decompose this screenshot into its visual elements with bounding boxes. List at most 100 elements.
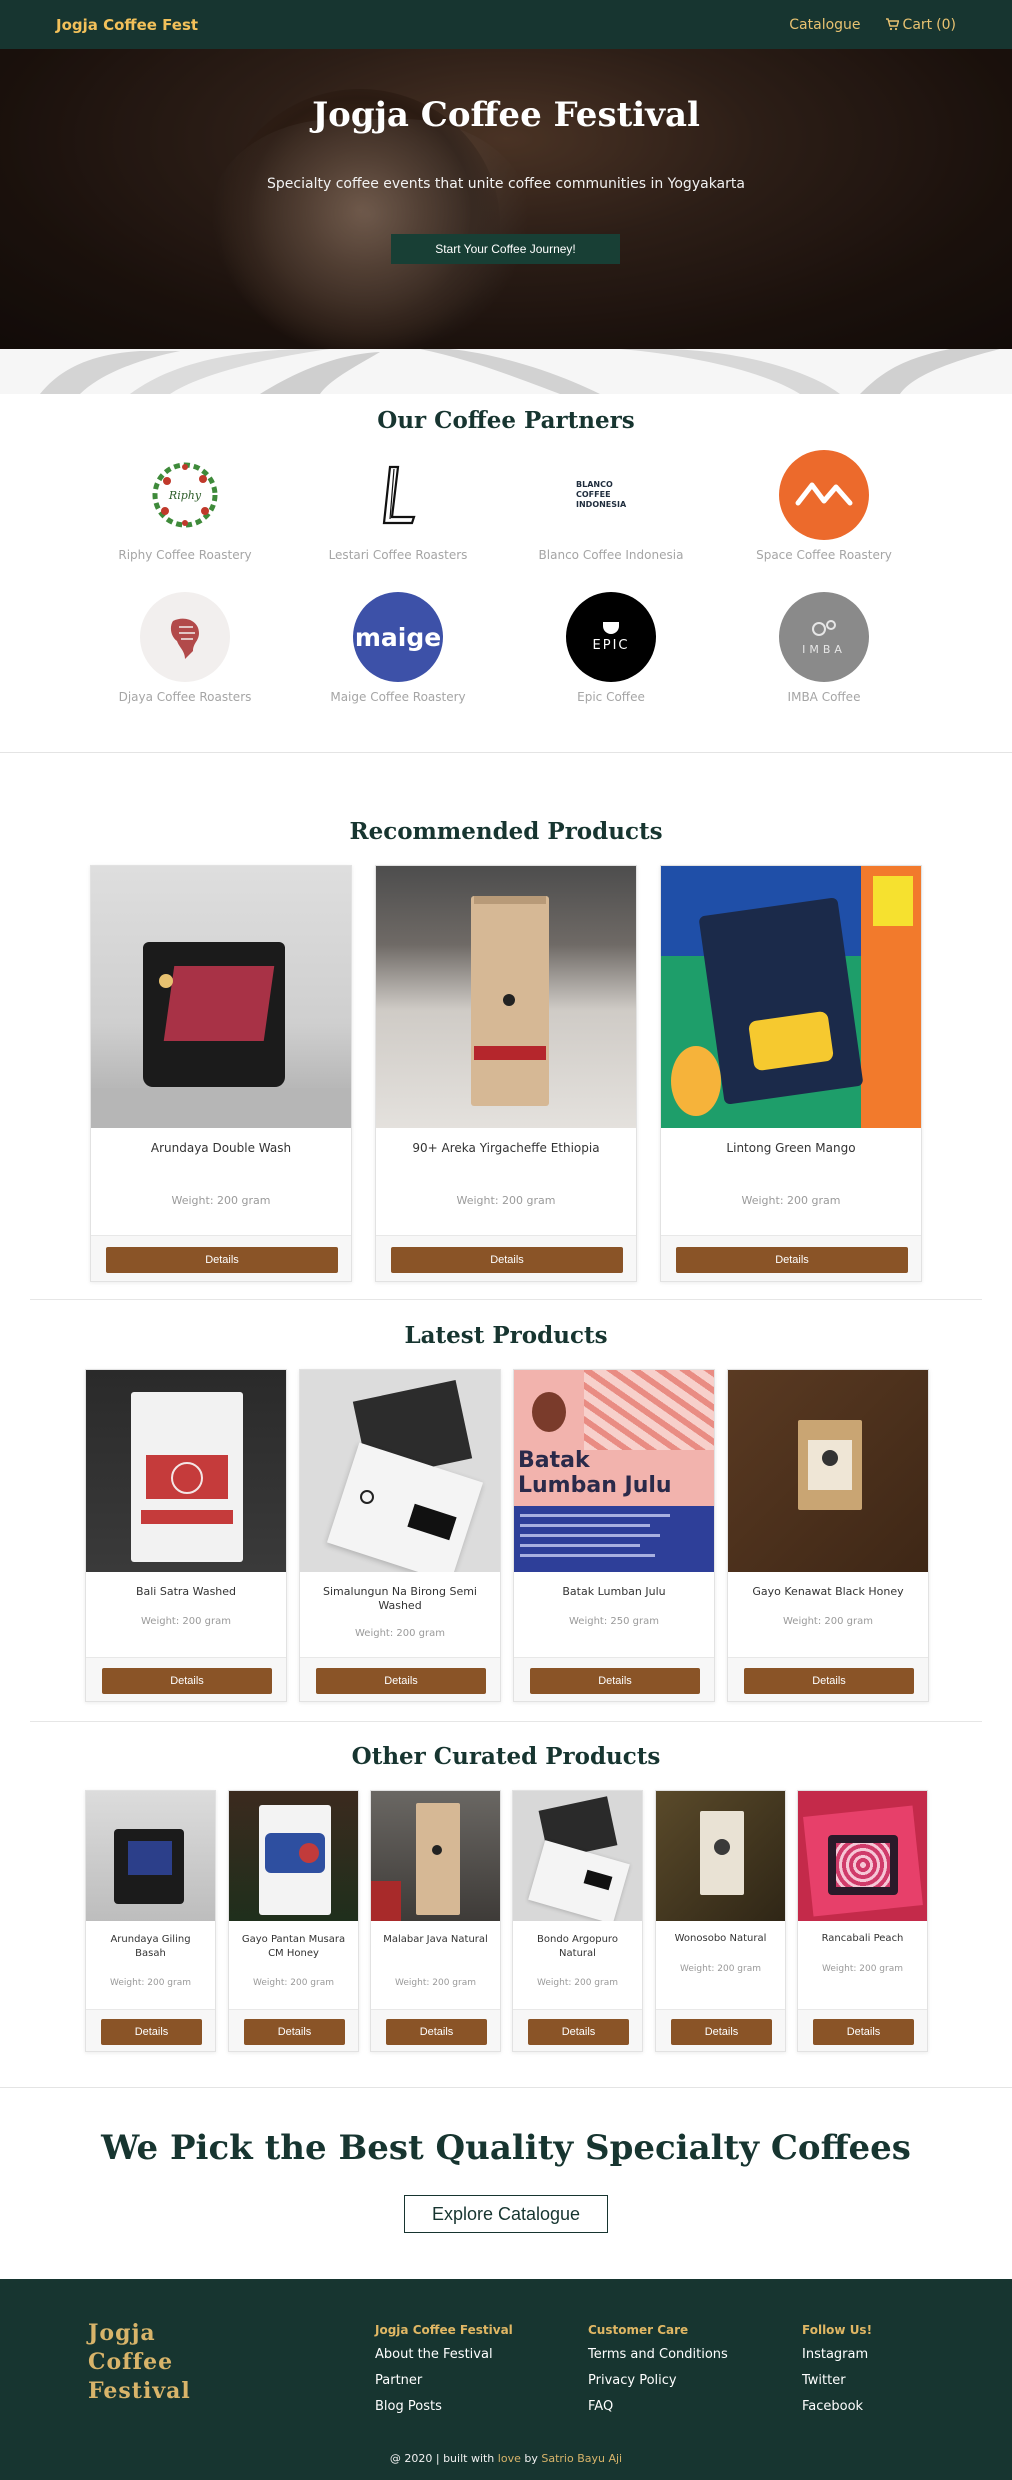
product-image[interactable]: [656, 1791, 785, 1921]
product-name[interactable]: Gayo Kenawat Black Honey: [736, 1585, 920, 1598]
details-button[interactable]: Details: [744, 1668, 914, 1694]
footer: Jogja Coffee Festival Jogja Coffee Festi…: [0, 2279, 1012, 2480]
product-image[interactable]: [728, 1370, 928, 1572]
footer-copyright: @ 2020 | built with love by Satrio Bayu …: [389, 2452, 623, 2465]
details-button[interactable]: Details: [671, 2019, 772, 2045]
product-name[interactable]: Bali Satra Washed: [94, 1585, 278, 1598]
product-name[interactable]: Arundaya Giling Basah: [94, 1933, 207, 1961]
product-image[interactable]: [86, 1791, 215, 1921]
footer-link-twitter[interactable]: Twitter: [802, 2373, 872, 2399]
cart-count: (0): [936, 16, 956, 33]
details-button[interactable]: Details: [106, 1247, 338, 1273]
partner-name: Djaya Coffee Roasters: [118, 690, 252, 704]
cart-label: Cart: [902, 16, 933, 33]
nav-cart-link[interactable]: Cart (0): [885, 17, 956, 33]
partner-space[interactable]: Space Coffee Roastery: [718, 450, 930, 562]
details-button[interactable]: Details: [813, 2019, 914, 2045]
product-name[interactable]: Batak Lumban Julu: [522, 1585, 706, 1598]
product-image[interactable]: [661, 866, 921, 1128]
partner-djaya[interactable]: Djaya Coffee Roasters: [79, 592, 291, 704]
partner-name: Epic Coffee: [577, 690, 645, 704]
product-name[interactable]: Simalungun Na Birong Semi Washed: [308, 1585, 492, 1613]
product-weight: Weight: 200 gram: [253, 1978, 334, 1988]
product-image[interactable]: [371, 1791, 500, 1921]
footer-link-partner[interactable]: Partner: [375, 2373, 513, 2399]
divider: [0, 752, 1012, 753]
product-weight: Weight: 200 gram: [395, 1978, 476, 1988]
product-card: Arundaya Double Wash Weight: 200 gram De…: [90, 865, 352, 1282]
partner-blanco[interactable]: BLANCO COFFEE INDONESIA Blanco Coffee In…: [505, 450, 717, 562]
explore-catalogue-button[interactable]: Explore Catalogue: [404, 2195, 608, 2233]
details-button[interactable]: Details: [101, 2019, 202, 2045]
epic-logo-icon: EPIC: [566, 592, 656, 682]
product-name[interactable]: Wonosobo Natural: [664, 1933, 777, 1944]
product-weight: Weight: 200 gram: [741, 1194, 841, 1207]
blanco-logo-icon: BLANCO COFFEE INDONESIA: [566, 450, 656, 540]
imba-logo-text: IMBA: [802, 642, 846, 656]
details-button[interactable]: Details: [676, 1247, 908, 1273]
love-text: love: [497, 2452, 521, 2465]
riphy-logo-text: Riphy: [168, 489, 202, 502]
product-weight: Weight: 250 gram: [569, 1616, 659, 1627]
product-name[interactable]: Arundaya Double Wash: [99, 1141, 343, 1155]
product-image[interactable]: [513, 1791, 642, 1921]
product-image[interactable]: [798, 1791, 927, 1921]
product-image[interactable]: [376, 866, 636, 1128]
product-weight: Weight: 200 gram: [110, 1978, 191, 1988]
hero-banner: Jogja Coffee Festival Specialty coffee e…: [0, 49, 1012, 349]
product-name[interactable]: Bondo Argopuro Natural: [521, 1933, 634, 1961]
brand-logo[interactable]: Jogja Coffee Fest: [56, 16, 198, 34]
footer-link-faq[interactable]: FAQ: [588, 2399, 728, 2425]
nav-catalogue-link[interactable]: Catalogue: [789, 17, 860, 33]
partner-name: IMBA Coffee: [787, 690, 861, 704]
riphy-logo-icon: Riphy: [140, 450, 230, 540]
product-image[interactable]: [300, 1370, 500, 1572]
footer-link-facebook[interactable]: Facebook: [802, 2399, 872, 2425]
author-link[interactable]: Satrio Bayu Aji: [541, 2452, 622, 2465]
partner-riphy[interactable]: Riphy Riphy Coffee Roastery: [79, 450, 291, 562]
details-button[interactable]: Details: [102, 1668, 272, 1694]
partner-maige[interactable]: maige Maige Coffee Roastery: [292, 592, 504, 704]
product-label-text: Batak Lumban Julu: [518, 1448, 672, 1498]
details-button[interactable]: Details: [386, 2019, 487, 2045]
product-weight: Weight: 200 gram: [680, 1964, 761, 1974]
product-card: Gayo Kenawat Black Honey Weight: 200 gra…: [727, 1369, 929, 1702]
product-image[interactable]: [86, 1370, 286, 1572]
details-button[interactable]: Details: [316, 1668, 486, 1694]
product-image[interactable]: [91, 866, 351, 1128]
footer-col-follow: Follow Us! Instagram Twitter Facebook: [802, 2323, 872, 2425]
partner-name: Space Coffee Roastery: [756, 548, 892, 562]
footer-brand[interactable]: Jogja Coffee Festival: [88, 2319, 218, 2406]
product-card: Gayo Pantan Musara CM Honey Weight: 200 …: [228, 1790, 359, 2052]
partners-title: Our Coffee Partners: [377, 407, 635, 434]
footer-link-instagram[interactable]: Instagram: [802, 2347, 872, 2373]
product-name[interactable]: Gayo Pantan Musara CM Honey: [237, 1933, 350, 1961]
epic-logo-text: EPIC: [592, 637, 630, 653]
product-image[interactable]: [229, 1791, 358, 1921]
partner-epic[interactable]: EPIC Epic Coffee: [505, 592, 717, 704]
footer-link-about[interactable]: About the Festival: [375, 2347, 513, 2373]
footer-link-terms[interactable]: Terms and Conditions: [588, 2347, 728, 2373]
footer-link-privacy[interactable]: Privacy Policy: [588, 2373, 728, 2399]
details-button[interactable]: Details: [528, 2019, 629, 2045]
divider: [30, 1721, 982, 1722]
footer-link-blog[interactable]: Blog Posts: [375, 2399, 513, 2425]
product-name[interactable]: 90+ Areka Yirgacheffe Ethiopia: [384, 1141, 628, 1155]
partner-lestari[interactable]: Lestari Coffee Roasters: [292, 450, 504, 562]
maige-logo-icon: maige: [353, 592, 443, 682]
product-name[interactable]: Rancabali Peach: [806, 1933, 919, 1944]
details-button[interactable]: Details: [530, 1668, 700, 1694]
footer-col-customer-care: Customer Care Terms and Conditions Priva…: [588, 2323, 728, 2425]
recommended-title: Recommended Products: [349, 818, 663, 845]
product-name[interactable]: Malabar Java Natural: [379, 1933, 492, 1947]
start-journey-button[interactable]: Start Your Coffee Journey!: [391, 234, 620, 264]
details-button[interactable]: Details: [391, 1247, 623, 1273]
footer-col-festival: Jogja Coffee Festival About the Festival…: [375, 2323, 513, 2425]
product-card: Bondo Argopuro Natural Weight: 200 gram …: [512, 1790, 643, 2052]
product-image[interactable]: Batak Lumban Julu: [514, 1370, 714, 1572]
footer-col-title: Follow Us!: [802, 2323, 873, 2337]
product-name[interactable]: Lintong Green Mango: [669, 1141, 913, 1155]
partner-imba[interactable]: IMBA IMBA Coffee: [718, 592, 930, 704]
divider: [0, 2087, 1012, 2088]
details-button[interactable]: Details: [244, 2019, 345, 2045]
